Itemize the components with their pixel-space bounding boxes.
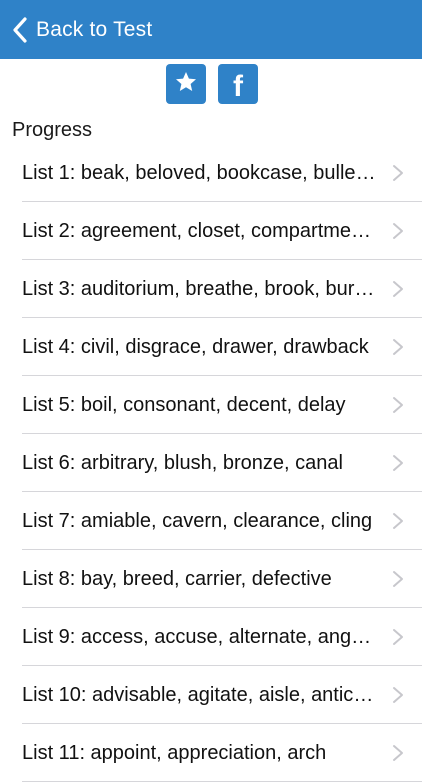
section-title: Progress [12, 119, 93, 141]
chevron-left-icon [8, 12, 32, 48]
list-item-label: List 7: amiable, cavern, clearance, clin… [22, 510, 373, 532]
list-item-label: List 5: boil, consonant, decent, delay [22, 394, 346, 416]
list-item-label: List 8: bay, breed, carrier, defective [22, 568, 332, 590]
list-item-label: List 11: appoint, appreciation, arch [22, 742, 327, 764]
navigation-bar: Back to Test [0, 0, 422, 59]
chevron-right-icon [393, 165, 403, 181]
list-item[interactable]: List 2: agreement, closet, compartment, … [0, 202, 422, 260]
back-button-label: Back to Test [36, 18, 153, 41]
chevron-right-icon [393, 223, 403, 239]
list-item[interactable]: List 11: appoint, appreciation, arch [0, 724, 422, 782]
list-item-label: List 10: advisable, agitate, aisle, anti… [22, 684, 376, 706]
list-item-label: List 6: arbitrary, blush, bronze, canal [22, 452, 343, 474]
list-item[interactable]: List 4: civil, disgrace, drawer, drawbac… [0, 318, 422, 376]
list-item-label: List 3: auditorium, breathe, brook, bure… [22, 278, 376, 300]
list-item-label: List 4: civil, disgrace, drawer, drawbac… [22, 336, 369, 358]
list-item[interactable]: List 10: advisable, agitate, aisle, anti… [0, 666, 422, 724]
list-item[interactable]: List 5: boil, consonant, decent, delay [0, 376, 422, 434]
chevron-right-icon [393, 281, 403, 297]
list-item-label: List 1: beak, beloved, bookcase, bullet,… [22, 162, 376, 184]
chevron-right-icon [393, 687, 403, 703]
chevron-right-icon [393, 339, 403, 355]
list-item[interactable]: List 7: amiable, cavern, clearance, clin… [0, 492, 422, 550]
list-item-label: List 2: agreement, closet, compartment, … [22, 220, 376, 242]
back-button[interactable]: Back to Test [8, 12, 152, 48]
list-item[interactable]: List 6: arbitrary, blush, bronze, canal [0, 434, 422, 492]
list-item[interactable]: List 9: access, accuse, alternate, angui… [0, 608, 422, 666]
chevron-right-icon [393, 455, 403, 471]
share-row: f [0, 64, 422, 106]
facebook-button[interactable]: f [218, 64, 258, 104]
chevron-right-icon [393, 571, 403, 587]
list-item[interactable]: List 3: auditorium, breathe, brook, bure… [0, 260, 422, 318]
list-item[interactable]: List 1: beak, beloved, bookcase, bullet,… [0, 144, 422, 202]
facebook-icon: f [233, 70, 243, 103]
chevron-right-icon [393, 629, 403, 645]
list-item[interactable]: List 8: bay, breed, carrier, defective [0, 550, 422, 608]
word-list: List 1: beak, beloved, bookcase, bullet,… [0, 144, 422, 782]
chevron-right-icon [393, 397, 403, 413]
star-icon [174, 70, 198, 99]
chevron-right-icon [393, 513, 403, 529]
favorite-button[interactable] [166, 64, 206, 104]
chevron-right-icon [393, 745, 403, 761]
list-item-label: List 9: access, accuse, alternate, angui… [22, 626, 376, 648]
